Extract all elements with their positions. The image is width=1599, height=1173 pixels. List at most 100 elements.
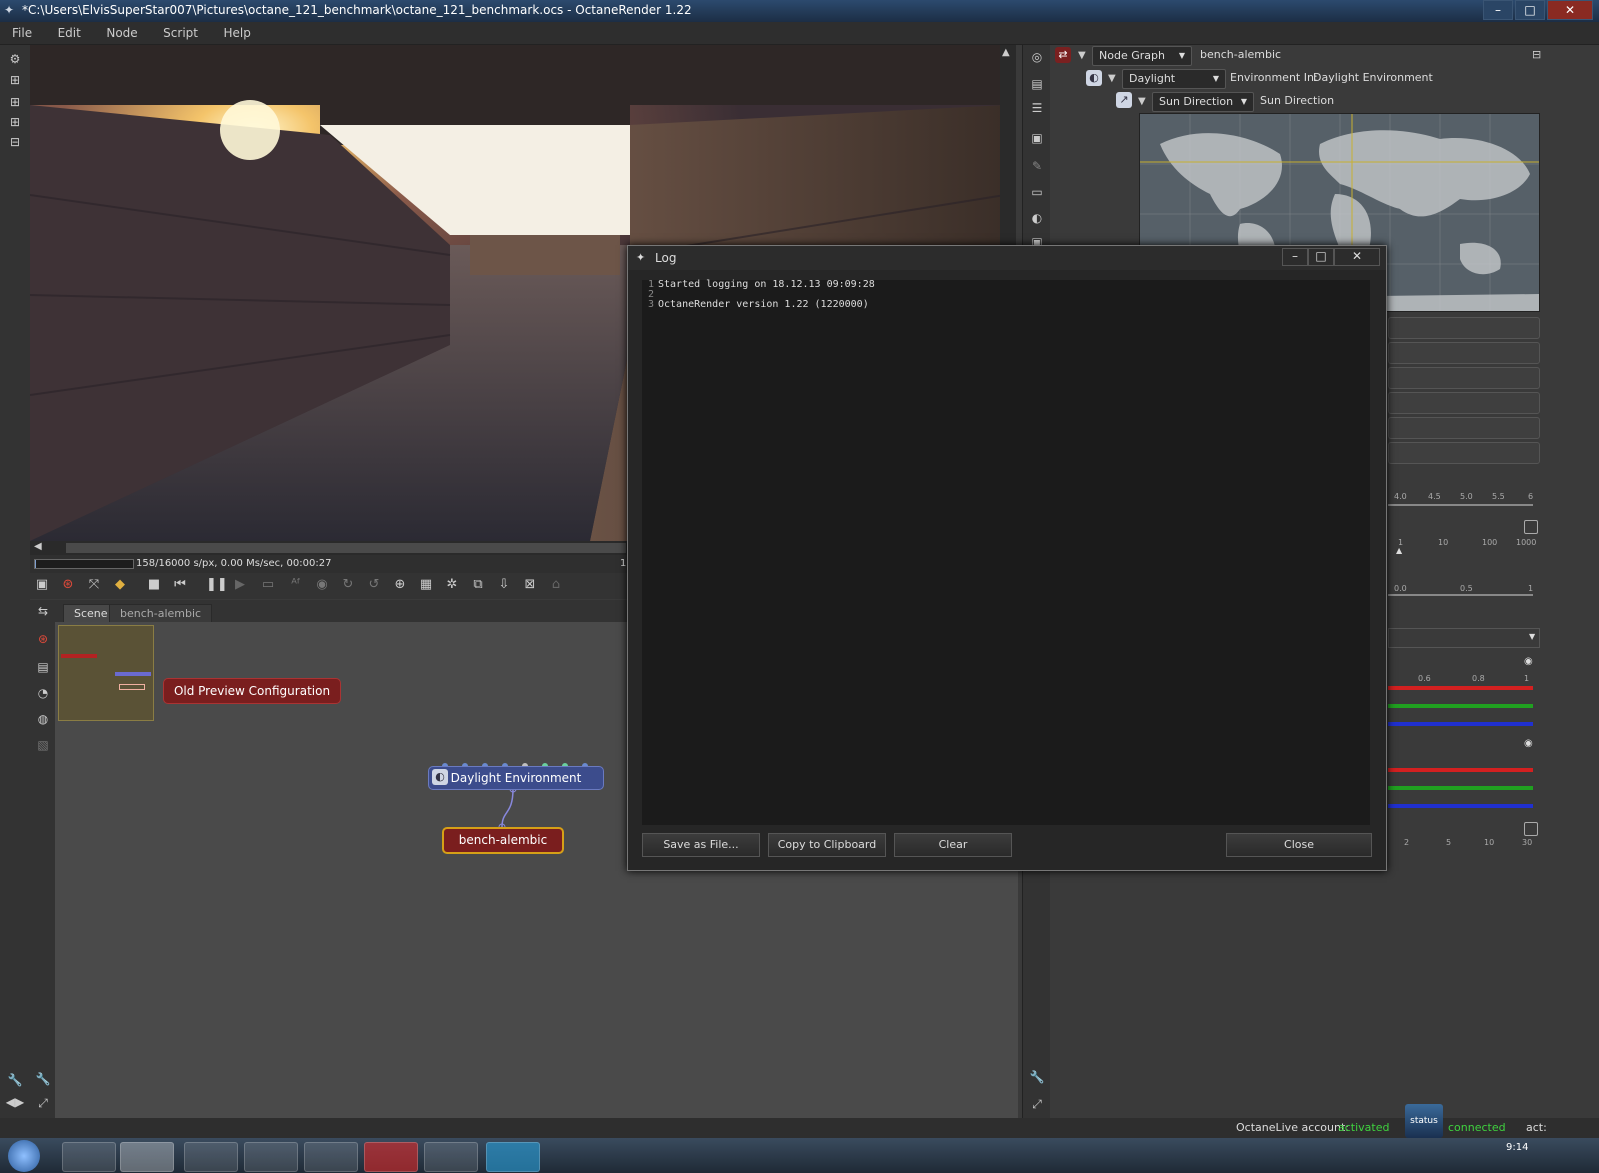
taskbar-app-explorer[interactable] [62, 1142, 116, 1172]
scroll-left-icon[interactable]: ◀ [34, 541, 42, 552]
save-as-file-button[interactable]: Save as File... [642, 833, 760, 857]
slider-turbidity[interactable]: 4.0 4.5 5.0 5.5 6 [1388, 480, 1538, 510]
scroll-up-icon[interactable]: ▲ [1002, 47, 1010, 58]
taskbar-app-editor[interactable] [244, 1142, 298, 1172]
pause-icon[interactable]: ❚❚ [206, 577, 228, 593]
rp-wrench-icon[interactable]: 🔧 [1029, 1070, 1045, 1084]
stop-icon[interactable]: ■ [146, 577, 162, 593]
gear-icon[interactable]: ✲ [444, 577, 460, 593]
material-icon[interactable]: ◔ [35, 686, 51, 700]
maximize-button[interactable]: □ [1515, 0, 1545, 20]
status-badge[interactable]: status [1405, 1104, 1443, 1138]
param-field-4[interactable] [1388, 392, 1540, 414]
export-icon[interactable]: ⇩ [496, 577, 512, 593]
image-icon[interactable]: ⊠ [522, 577, 538, 593]
taskbar-app-octane[interactable] [120, 1142, 174, 1172]
region-icon[interactable]: ▭ [260, 577, 276, 593]
play-icon[interactable]: ▶ [232, 577, 248, 593]
sun-direction-combo[interactable]: Sun Direction ▼ [1152, 92, 1254, 112]
node-graph-combo[interactable]: Node Graph ▼ [1092, 46, 1192, 66]
layout-icon[interactable]: ⇆ [35, 604, 51, 618]
stack-icon[interactable]: ☰ [1029, 101, 1045, 115]
pan-icon[interactable]: ↺ [366, 577, 382, 593]
ng-fullscreen-icon[interactable]: ⤢ [35, 1096, 51, 1110]
add-icon[interactable]: ⊞ [7, 73, 23, 87]
sunset-color-rgb[interactable]: ◉ [1388, 738, 1538, 810]
reset-render-icon[interactable]: ⊛ [60, 577, 76, 593]
panel-menu-icon[interactable]: ⊟ [1532, 48, 1541, 61]
viewport-horizontal-scrollbar[interactable]: ◀ [30, 541, 630, 555]
log-maximize-button[interactable]: □ [1308, 248, 1334, 266]
clear-log-button[interactable]: Clear [894, 833, 1012, 857]
close-window-button[interactable]: ✕ [1547, 0, 1593, 20]
copy-to-clipboard-button[interactable]: Copy to Clipboard [768, 833, 886, 857]
zoom-icon[interactable]: ⊕ [392, 577, 408, 593]
wrench-icon[interactable]: 🔧 [7, 1073, 23, 1087]
eye-icon[interactable]: ◉ [1524, 656, 1533, 667]
start-button[interactable] [8, 1140, 40, 1172]
scroll-thumb[interactable] [66, 543, 626, 553]
param-field-3[interactable] [1388, 367, 1540, 389]
param-field-6[interactable] [1388, 442, 1540, 464]
grid-icon[interactable]: ▦ [418, 577, 434, 593]
eye-icon[interactable]: ◉ [1524, 738, 1533, 749]
lock-icon[interactable]: ⌂ [548, 577, 564, 593]
node-list-icon[interactable]: ▤ [35, 660, 51, 674]
slider-north-offset[interactable]: 0.0 0.5 1 [1388, 566, 1538, 600]
slider-sun-size[interactable]: 2 5 10 30 [1388, 820, 1538, 850]
camera-icon[interactable]: ◎ [1029, 50, 1045, 64]
tab-bench-alembic[interactable]: bench-alembic [109, 604, 213, 623]
rp-fullscreen-icon[interactable]: ⤢ [1029, 1097, 1045, 1111]
param-field-2[interactable] [1388, 342, 1540, 364]
minimize-button[interactable]: – [1483, 0, 1513, 20]
taskbar-app-terminal[interactable] [184, 1142, 238, 1172]
param-field-1[interactable] [1388, 317, 1540, 339]
ng-wrench-icon[interactable]: 🔧 [35, 1072, 51, 1086]
panel-icon[interactable]: ▭ [1029, 185, 1045, 199]
globe-icon[interactable]: ◍ [35, 712, 51, 726]
save-render-icon[interactable]: ▣ [34, 577, 50, 593]
model-combo[interactable]: ▼ [1388, 628, 1540, 648]
af-icon[interactable]: ᴬᶠ [288, 577, 304, 593]
node-daylight-environment[interactable]: ◐ Daylight Environment [428, 766, 604, 790]
log-text-area[interactable]: 1 Started logging on 18.12.13 09:09:28 2 … [642, 280, 1370, 825]
collapse-env-icon[interactable]: ▼ [1108, 73, 1116, 84]
picture-icon[interactable]: ▣ [1029, 131, 1045, 145]
slider-power[interactable]: 1 10 100 1000 ▲ [1388, 518, 1538, 555]
taskbar-app-browser[interactable] [364, 1142, 418, 1172]
log-close-icon[interactable]: ✕ [1334, 248, 1380, 266]
rotate-icon[interactable]: ↻ [340, 577, 356, 593]
node-bench-alembic[interactable]: bench-alembic [442, 827, 564, 854]
rewind-icon[interactable]: ⏮ [172, 577, 188, 593]
sky-color-rgb[interactable]: ◉ 0.6 0.8 1 [1388, 656, 1538, 728]
log-minimize-button[interactable]: – [1282, 248, 1308, 266]
log-title-bar[interactable]: ✦ Log – □ ✕ [628, 246, 1386, 270]
node-old-preview-config[interactable]: Old Preview Configuration [163, 678, 341, 704]
menu-edit[interactable]: Edit [46, 22, 91, 40]
cube-icon[interactable]: ◆ [112, 577, 128, 593]
menu-file[interactable]: File [0, 22, 42, 40]
picker-icon[interactable]: ◉ [314, 577, 330, 593]
environment-icon[interactable]: ◐ [1029, 211, 1045, 225]
arrows-icon[interactable]: ◀▶ [2, 1095, 28, 1109]
collapse-sun-icon[interactable]: ▼ [1138, 96, 1146, 107]
environment-type-combo[interactable]: Daylight ▼ [1122, 69, 1226, 89]
curve-icon[interactable] [1524, 822, 1538, 836]
taskbar-app-chat[interactable] [486, 1142, 540, 1172]
fit-icon[interactable]: ⤧ [86, 577, 102, 593]
menu-node[interactable]: Node [94, 22, 147, 40]
texture-icon[interactable]: ▧ [35, 738, 51, 752]
taskbar-app-tool[interactable] [424, 1142, 478, 1172]
link-icon[interactable]: ⇄ [1055, 47, 1071, 63]
copy-icon[interactable]: ⧉ [470, 577, 486, 593]
minus-icon[interactable]: ⊟ [7, 135, 23, 149]
brush-icon[interactable]: ✎ [1029, 159, 1045, 173]
node-graph-minimap[interactable] [58, 625, 154, 721]
expand-icon[interactable]: ⊞ [7, 95, 23, 109]
slider-handle-icon[interactable]: ▲ [1396, 546, 1402, 555]
layers-icon[interactable]: ▤ [1029, 77, 1045, 91]
settings-icon[interactable]: ⚙ [7, 52, 23, 66]
plus-icon[interactable]: ⊞ [7, 115, 23, 129]
curve-icon[interactable] [1524, 520, 1538, 534]
delete-node-icon[interactable]: ⊛ [35, 632, 51, 646]
